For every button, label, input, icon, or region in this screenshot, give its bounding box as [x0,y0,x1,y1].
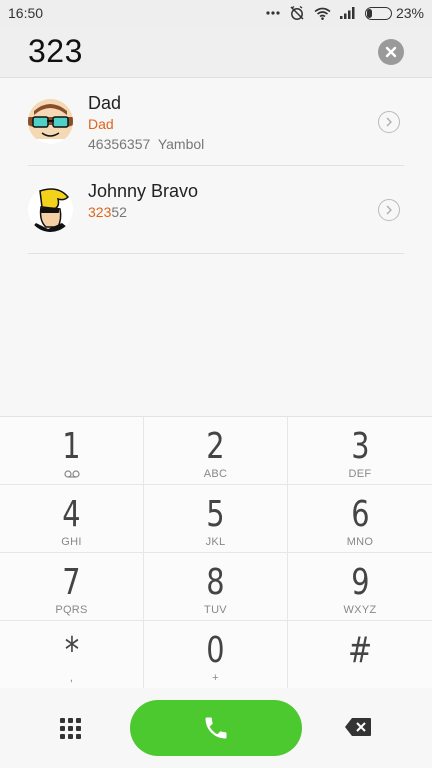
key-digit: 4 [62,494,81,535]
key-2[interactable]: 2 ABC [144,417,288,485]
key-1[interactable]: 1 [0,417,144,485]
dial-keypad: 1 2 ABC 3 DEF 4 GHI 5 JKL 6 MNO 7 PQRS 8… [0,416,432,689]
key-digit: 5 [206,494,225,535]
contact-item-johnny-bravo[interactable]: Johnny Bravo 32352 [28,166,404,254]
keypad-grid-icon [75,717,81,723]
contact-info: Dad Dad 46356357 Yambol [88,92,204,154]
key-letters: + [212,672,219,684]
keypad-grid-icon [75,733,81,739]
keypad-grid-icon [67,733,73,739]
key-letters: WXYZ [343,604,377,616]
battery-icon [364,6,392,20]
key-letters: , [69,672,74,684]
key-digit: 6 [350,494,370,535]
key-letters: ABC [203,468,228,480]
contact-match: Dad [88,116,114,132]
dialer-action-bar [0,688,432,768]
key-digit: 8 [206,562,225,603]
more-dots-icon [266,11,280,15]
contact-item-dad[interactable]: Dad Dad 46356357 Yambol [28,78,404,166]
alarm-off-icon [290,5,304,20]
chevron-right-icon [386,117,392,127]
battery-fill [366,8,373,18]
key-letters: DEF [348,468,372,480]
contact-results: Dad Dad 46356357 Yambol Johnny Bravo 323… [0,78,432,416]
key-digit: 3 [350,426,370,467]
dialed-number[interactable]: 323 [28,33,83,70]
key-letters: PQRS [55,604,88,616]
keypad-grid-icon [67,717,73,723]
avatar [28,99,73,144]
clear-number-button[interactable] [378,38,404,65]
keypad-toggle-button[interactable] [58,716,82,740]
contact-number-match: 323 [88,204,112,220]
key-letters: MNO [346,536,374,548]
key-letters: TUV [204,604,227,616]
status-icons: 23% [266,5,424,21]
battery-percent: 23% [395,5,424,21]
key-hash[interactable]: # [288,621,432,689]
key-digit: 0 [206,630,225,671]
key-6[interactable]: 6 MNO [288,485,432,553]
contact-number-line: 32352 [88,202,198,222]
backspace-icon [345,718,371,736]
key-7[interactable]: 7 PQRS [0,553,144,621]
key-3[interactable]: 3 DEF [288,417,432,485]
contact-name: Johnny Bravo [88,181,199,201]
keypad-grid-icon [59,733,65,739]
signal-icon [339,7,355,19]
chevron-right-icon [386,205,392,215]
backspace-button[interactable] [344,717,372,737]
phone-icon [205,717,227,739]
key-digit: 1 [62,426,81,467]
key-star[interactable]: * , [0,621,144,689]
contact-location: Yambol [157,136,205,152]
key-letters: GHI [61,536,82,548]
contact-number: 46356357 [88,136,151,152]
status-time: 16:50 [8,5,44,21]
key-9[interactable]: 9 WXYZ [288,553,432,621]
key-digit: # [347,630,373,671]
key-letters: JKL [205,536,226,548]
contact-name: Dad [88,93,122,113]
key-digit: 2 [206,426,225,467]
contact-number-rest: 52 [111,204,127,220]
close-icon [385,46,397,57]
key-4[interactable]: 4 GHI [0,485,144,553]
contact-detail-button[interactable] [378,111,400,133]
dialed-number-bar: 323 [0,26,432,78]
contact-number-line: 46356357 Yambol [88,134,204,154]
wifi-icon [314,7,331,20]
keypad-grid-icon [59,717,65,723]
contact-info: Johnny Bravo 32352 [88,180,198,222]
key-5[interactable]: 5 JKL [144,485,288,553]
key-digit: * [64,630,79,671]
key-digit: 9 [350,562,370,603]
battery-indicator: 23% [364,5,424,21]
keypad-grid-icon [59,725,65,731]
keypad-grid-icon [75,725,81,731]
key-0[interactable]: 0 + [144,621,288,689]
avatar [28,187,73,232]
contact-detail-button[interactable] [378,199,400,221]
key-digit: 7 [62,562,81,603]
keypad-grid-icon [67,725,73,731]
call-button[interactable] [130,700,302,756]
status-bar: 16:50 23% [0,0,432,26]
key-8[interactable]: 8 TUV [144,553,288,621]
voicemail-icon [63,467,80,481]
